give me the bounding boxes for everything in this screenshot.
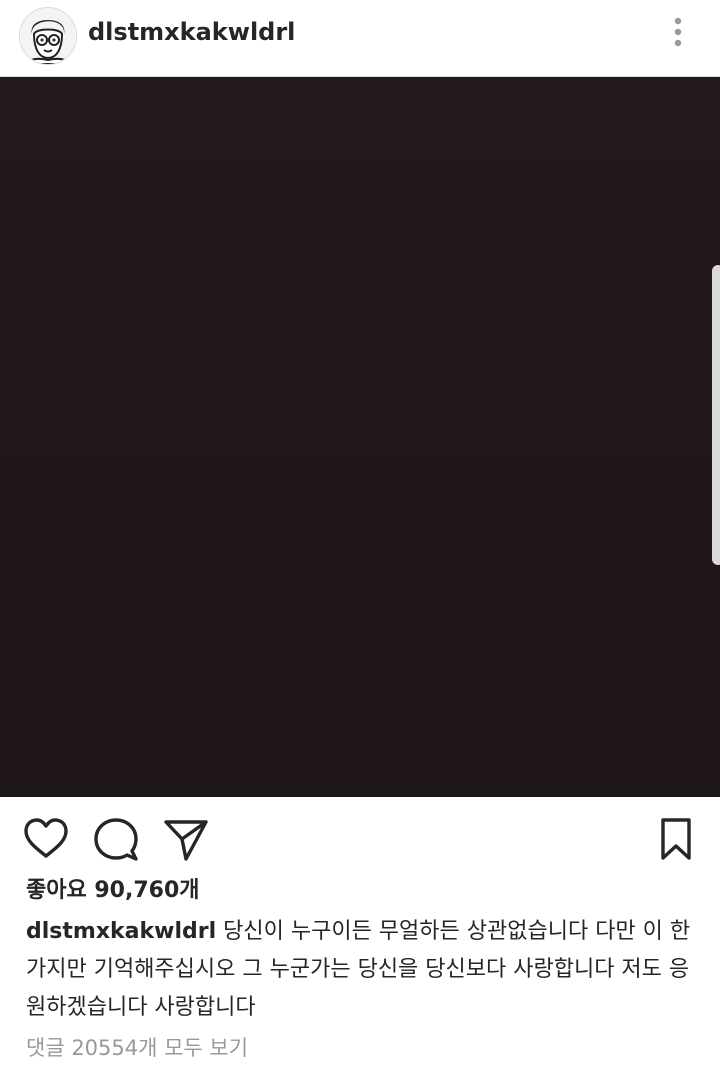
save-button[interactable]	[652, 815, 700, 863]
post-photo[interactable]	[0, 77, 720, 797]
post-caption: dlstmxkakwldrl 당신이 누구이든 무얼하든 상관없습니다 다만 이…	[26, 913, 701, 1027]
like-button[interactable]	[22, 815, 70, 863]
post-username[interactable]: dlstmxkakwldrl	[88, 16, 295, 48]
scroll-handle[interactable]	[712, 265, 720, 565]
more-vertical-icon	[674, 17, 682, 47]
cartoon-face-icon	[20, 8, 76, 64]
share-button[interactable]	[162, 815, 210, 863]
avatar[interactable]	[19, 7, 77, 65]
post-header: dlstmxkakwldrl	[0, 0, 720, 77]
heart-icon	[24, 818, 68, 858]
view-all-comments-link[interactable]: 댓글 20554개 모두 보기	[26, 1031, 248, 1065]
action-bar	[0, 797, 720, 879]
comment-button[interactable]	[92, 815, 140, 863]
comment-bubble-icon	[94, 818, 138, 861]
caption-username[interactable]: dlstmxkakwldrl	[26, 919, 216, 944]
paper-plane-icon	[164, 820, 208, 861]
more-options-button[interactable]	[660, 12, 696, 52]
like-count[interactable]: 좋아요 90,760개	[26, 874, 200, 908]
bookmark-icon	[661, 818, 691, 860]
